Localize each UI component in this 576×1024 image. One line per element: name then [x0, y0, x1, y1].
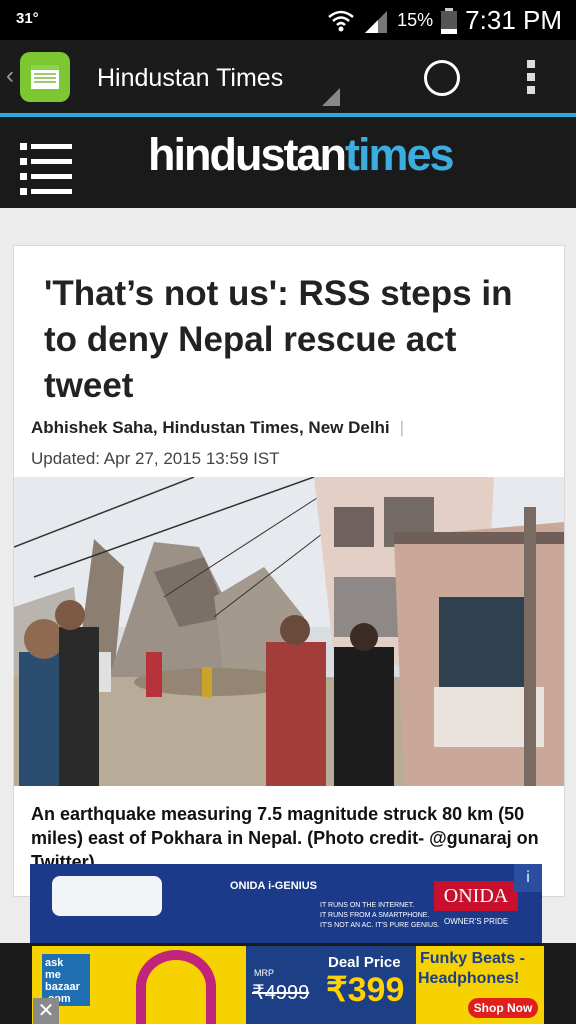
site-logo[interactable]: hindustantimes [148, 129, 455, 181]
newspaper-icon [31, 65, 59, 89]
ad-banner-onida[interactable]: ONIDA i-GENIUS IT RUNS ON THE INTERNET. … [30, 864, 542, 944]
status-icons: 15% 7:31 PM [327, 5, 562, 36]
back-chevron-icon[interactable]: ‹ [6, 62, 14, 90]
article-card: 'That’s not us': RSS steps in to deny Ne… [13, 245, 565, 897]
battery-icon [441, 7, 458, 34]
temperature-indicator: 31° [16, 10, 39, 27]
ad-headline-2: Headphones! [418, 970, 520, 987]
byline-separator: | [399, 418, 405, 437]
app-action-bar: ‹ Hindustan Times [0, 40, 576, 114]
mrp-label: MRP [254, 968, 274, 978]
author-text: Abhishek Saha, Hindustan Times, New Delh… [31, 418, 390, 437]
article-headline: 'That’s not us': RSS steps in to deny Ne… [44, 274, 513, 405]
ad-brand-tagline: OWNER'S PRIDE [444, 917, 509, 926]
shop-now-button[interactable]: Shop Now [468, 998, 538, 1018]
deal-price: ₹399 [326, 971, 405, 1009]
headphones-illustration [136, 950, 216, 1024]
ad-tagline-1: IT RUNS ON THE INTERNET. [320, 902, 415, 909]
loading-spinner-icon [424, 60, 460, 96]
article-photo[interactable] [14, 477, 564, 786]
ad-product-name: ONIDA i-GENIUS [230, 880, 317, 892]
article-byline: Abhishek Saha, Hindustan Times, New Delh… [31, 418, 404, 438]
ad-banner-askmebazaar[interactable]: askmebazaar.com MRP ₹4999 Deal Price ₹39… [32, 946, 544, 1024]
app-title: Hindustan Times [97, 64, 284, 92]
battery-percent: 15% [397, 10, 434, 30]
status-bar: 31° 15% 7:31 PM [0, 0, 576, 40]
dropdown-indicator-icon[interactable] [322, 88, 340, 106]
deal-price-label: Deal Price [328, 954, 401, 971]
ad-tagline-2: IT RUNS FROM A SMARTPHONE. [320, 912, 430, 919]
menu-icon[interactable] [20, 143, 72, 203]
ad-headline-1: Funky Beats - [420, 950, 525, 967]
overflow-menu-icon[interactable] [527, 60, 535, 99]
article-timestamp: Updated: Apr 27, 2015 13:59 IST [31, 449, 280, 468]
ad-info-icon[interactable]: i [514, 864, 542, 892]
old-price: ₹4999 [252, 982, 310, 1004]
ad-brand-logo: ONIDA [434, 881, 518, 911]
close-ad-button[interactable]: ✕ [33, 998, 59, 1024]
ac-unit-illustration [52, 876, 162, 916]
signal-icon [365, 10, 388, 33]
site-header: hindustantimes [0, 117, 576, 208]
app-icon[interactable] [20, 52, 70, 102]
ad-tagline-3: IT'S NOT AN AC. IT'S PURE GENIUS. [320, 922, 440, 929]
clock: 7:31 PM [465, 5, 562, 35]
wifi-icon [328, 10, 354, 31]
